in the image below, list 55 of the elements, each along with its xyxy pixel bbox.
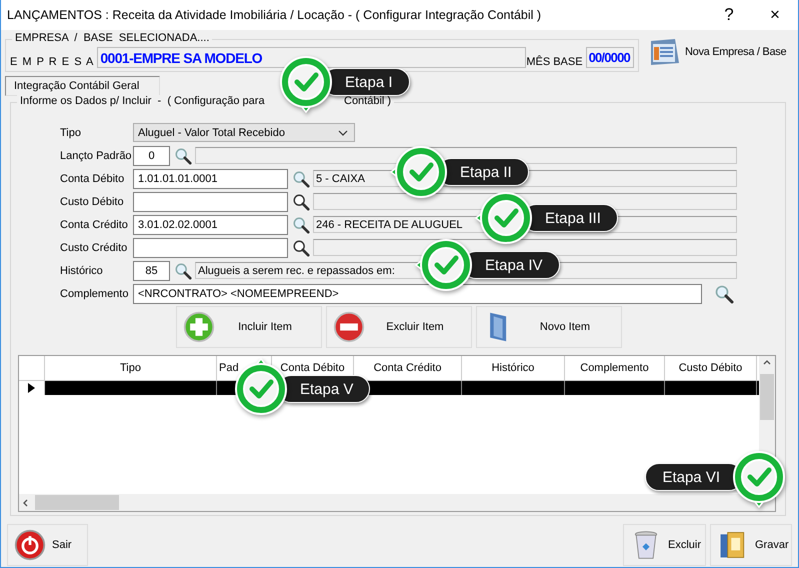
action-button[interactable]: Novo Item (476, 306, 622, 348)
base-month-field: 00/0000 (586, 47, 634, 68)
column-header[interactable]: Histórico (492, 362, 534, 374)
chevron-icon[interactable] (338, 130, 348, 136)
action-button[interactable]: Excluir Item (326, 306, 472, 348)
search-icon[interactable] (174, 262, 192, 280)
search-icon[interactable] (292, 216, 310, 234)
footer-button[interactable]: Excluir (623, 524, 706, 566)
footer-button[interactable]: Sair (7, 524, 88, 566)
company-label: E M P R E S A (10, 56, 94, 68)
footer-button[interactable]: Gravar (710, 524, 792, 566)
field-label: Conta Débito (60, 172, 126, 184)
search-icon[interactable] (292, 238, 310, 256)
power-icon (14, 529, 46, 561)
field-label: Conta Crédito (60, 218, 129, 230)
minus-icon (333, 311, 365, 343)
plus-icon (183, 311, 215, 343)
search-icon[interactable] (292, 170, 310, 188)
input-field[interactable] (133, 192, 288, 212)
input-field[interactable]: <NRCONTRATO> <NOMEEMPREEND> (133, 284, 702, 304)
scrollbar-thumb[interactable] (760, 374, 774, 420)
field-label: Histórico (60, 264, 104, 276)
action-button[interactable]: Incluir Item (176, 306, 322, 348)
input-field[interactable]: 85 (133, 260, 170, 280)
group-legend: Informe os Dados p/ Incluir - ( Configuração para (17, 95, 273, 107)
input-field[interactable] (133, 238, 288, 258)
new-company-button[interactable]: Nova Empresa / Base (647, 37, 786, 67)
company-field: 0001-EMPRE SA MODELO (97, 47, 526, 68)
input-field[interactable]: 3.01.02.02.0001 (133, 214, 288, 234)
row-pointer-icon (28, 383, 35, 393)
help-button[interactable]: ? (706, 0, 752, 30)
field-label: Custo Crédito (60, 242, 128, 254)
field-label: Complemento (60, 288, 130, 300)
group-legend: EMPRESA / BASE SELECIONADA.... (12, 32, 212, 44)
field-label: Custo Débito (60, 196, 125, 208)
base-month-label: MÊS BASE (526, 56, 583, 68)
field-label: Tipo (60, 126, 82, 138)
close-button[interactable]: × (752, 0, 798, 30)
column-header[interactable]: Custo Débito (678, 362, 742, 374)
search-icon[interactable] (174, 146, 192, 164)
column-header[interactable]: Complemento (580, 362, 649, 374)
search-icon[interactable] (292, 192, 310, 210)
input-field[interactable]: 0 (133, 146, 170, 166)
search-icon[interactable] (714, 284, 734, 304)
type-dropdown[interactable]: Aluguel - Valor Total Recebido (133, 123, 355, 142)
column-header[interactable]: Pad (219, 362, 239, 374)
column-header[interactable]: Conta Crédito (374, 362, 442, 374)
scrollbar-thumb[interactable] (35, 495, 119, 510)
group-legend: Contábil ) (341, 95, 394, 107)
column-header[interactable]: Tipo (120, 362, 141, 374)
column-header[interactable]: Conta Débito (280, 362, 345, 374)
field-label: Lançto Padrão (60, 150, 133, 162)
tab[interactable]: Integração Contábil Geral (5, 76, 160, 96)
input-field[interactable]: 1.01.01.01.0001 (133, 168, 288, 188)
window-title: LANÇAMENTOS : Receita da Atividade Imobiliária / Locação - ( Configurar Integração Contábil ) (7, 8, 542, 22)
